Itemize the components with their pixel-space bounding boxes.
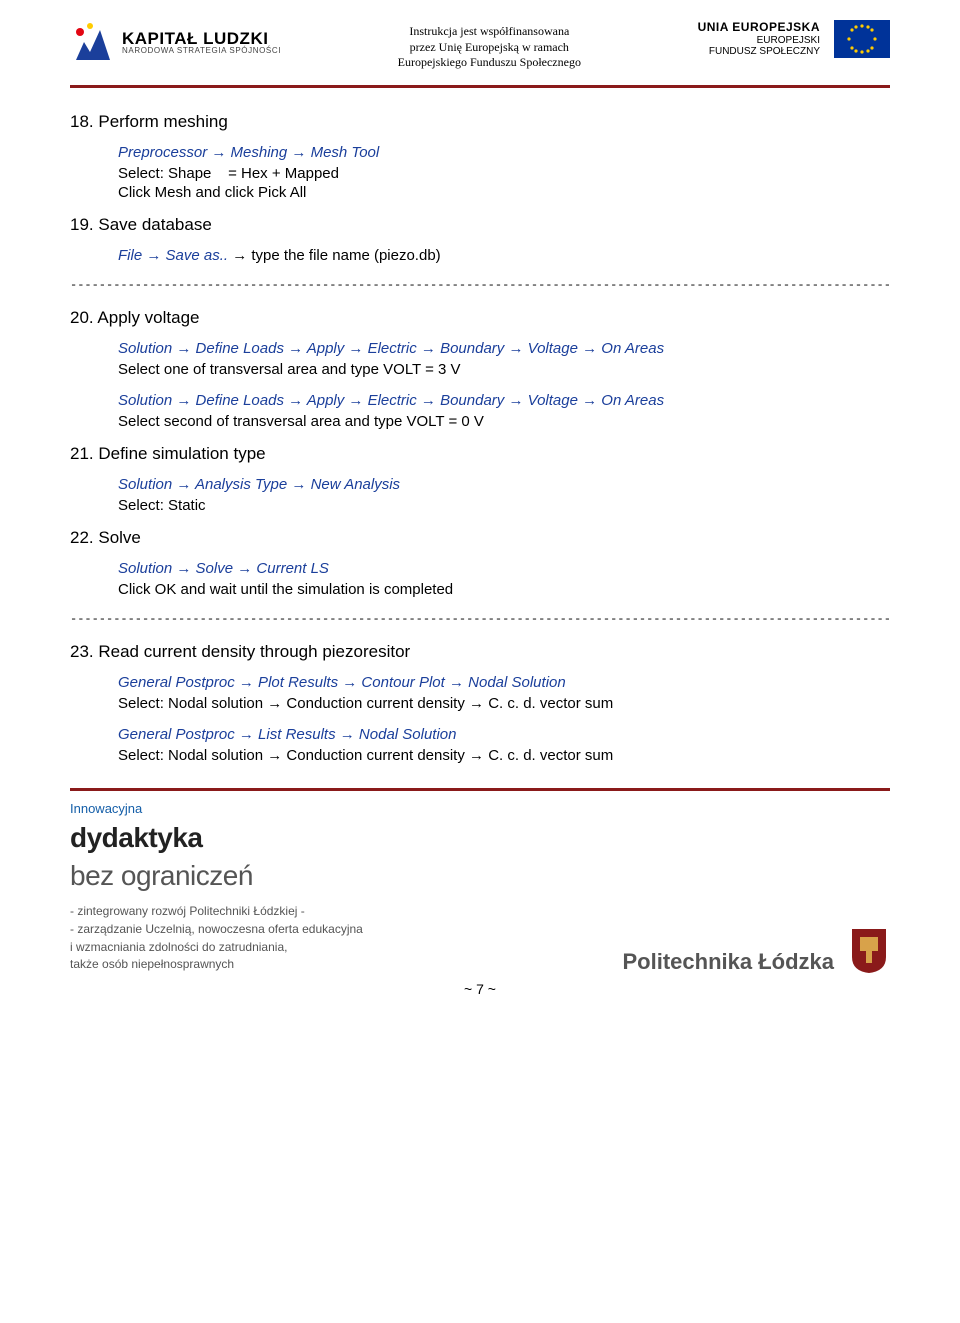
footer-right: Politechnika Łódzka: [623, 927, 891, 975]
separator-1: ----------------------------------------…: [70, 278, 890, 292]
politechnika-label: Politechnika Łódzka: [623, 949, 835, 975]
header-left-logo: KAPITAŁ LUDZKI NARODOWA STRATEGIA SPÓJNO…: [70, 20, 281, 64]
header-center-text: Instrukcja jest współfinansowana przez U…: [369, 24, 609, 71]
page-number: ~ 7 ~: [70, 981, 890, 997]
step-18-line1: Select: Shape = Hex + Mapped: [118, 165, 890, 182]
step-19-nav-prefix: File → Save as..: [118, 247, 228, 264]
footer-left: Innowacyjna dydaktyka bez ograniczeń - z…: [70, 801, 363, 975]
kl-subtitle: NARODOWA STRATEGIA SPÓJNOŚCI: [122, 47, 281, 55]
footer-d2: - zarządzanie Uczelnią, nowoczesna ofert…: [70, 922, 363, 938]
step-23-line1: Select: Nodal solution → Conduction curr…: [118, 695, 890, 712]
footer-d3: i wzmacniania zdolności do zatrudniania,: [70, 940, 363, 956]
page-footer: Innowacyjna dydaktyka bez ograniczeń - z…: [70, 801, 890, 975]
step-19-nav: File → Save as.. → type the file name (p…: [118, 247, 890, 264]
step-20-line1: Select one of transversal area and type …: [118, 361, 890, 378]
separator-2: ----------------------------------------…: [70, 612, 890, 626]
header-right-logo: UNIA EUROPEJSKA EUROPEJSKI FUNDUSZ SPOŁE…: [698, 20, 890, 58]
step-18-title: 18. Perform meshing: [70, 112, 890, 132]
step-22-nav: Solution → Solve → Current LS: [118, 560, 890, 577]
header-center-l2: przez Unię Europejską w ramach: [369, 40, 609, 56]
eu-flag-icon: [834, 20, 890, 58]
footer-title1: dydaktyka: [70, 820, 363, 856]
step-23-line2: Select: Nodal solution → Conduction curr…: [118, 747, 890, 764]
step-22-title: 22. Solve: [70, 528, 890, 548]
step-19-nav-suffix: → type the file name (piezo.db): [228, 247, 441, 264]
eu-sub1: EUROPEJSKI: [698, 35, 820, 46]
kapital-ludzki-icon: [70, 20, 114, 64]
footer-d4: także osób niepełnosprawnych: [70, 957, 363, 973]
eu-title: UNIA EUROPEJSKA: [698, 21, 820, 34]
step-23-title: 23. Read current density through piezore…: [70, 642, 890, 662]
header-center-l1: Instrukcja jest współfinansowana: [369, 24, 609, 40]
footer-title2: bez ograniczeń: [70, 858, 363, 894]
footer-rule: [70, 788, 890, 791]
header-rule: [70, 85, 890, 88]
step-20-nav1: Solution → Define Loads → Apply → Electr…: [118, 340, 890, 357]
step-20-line2: Select second of transversal area and ty…: [118, 413, 890, 430]
eu-sub2: FUNDUSZ SPOŁECZNY: [698, 46, 820, 57]
step-20-title: 20. Apply voltage: [70, 308, 890, 328]
step-22-line1: Click OK and wait until the simulation i…: [118, 581, 890, 598]
footer-innow: Innowacyjna: [70, 801, 363, 818]
kl-title: KAPITAŁ LUDZKI: [122, 30, 281, 47]
step-18-nav: Preprocessor → Meshing → Mesh Tool: [118, 144, 890, 161]
step-23-nav1: General Postproc → Plot Results → Contou…: [118, 674, 890, 691]
footer-d1: - zintegrowany rozwój Politechniki Łódzk…: [70, 904, 363, 920]
step-21-nav: Solution → Analysis Type → New Analysis: [118, 476, 890, 493]
step-19-title: 19. Save database: [70, 215, 890, 235]
step-20-nav2: Solution → Define Loads → Apply → Electr…: [118, 392, 890, 409]
header-center-l3: Europejskiego Funduszu Społecznego: [369, 55, 609, 71]
page-header: KAPITAŁ LUDZKI NARODOWA STRATEGIA SPÓJNO…: [70, 20, 890, 71]
step-21-line1: Select: Static: [118, 497, 890, 514]
step-23-nav2: General Postproc → List Results → Nodal …: [118, 726, 890, 743]
step-21-title: 21. Define simulation type: [70, 444, 890, 464]
politechnika-crest-icon: [848, 927, 890, 975]
step-18-line2: Click Mesh and click Pick All: [118, 184, 890, 201]
